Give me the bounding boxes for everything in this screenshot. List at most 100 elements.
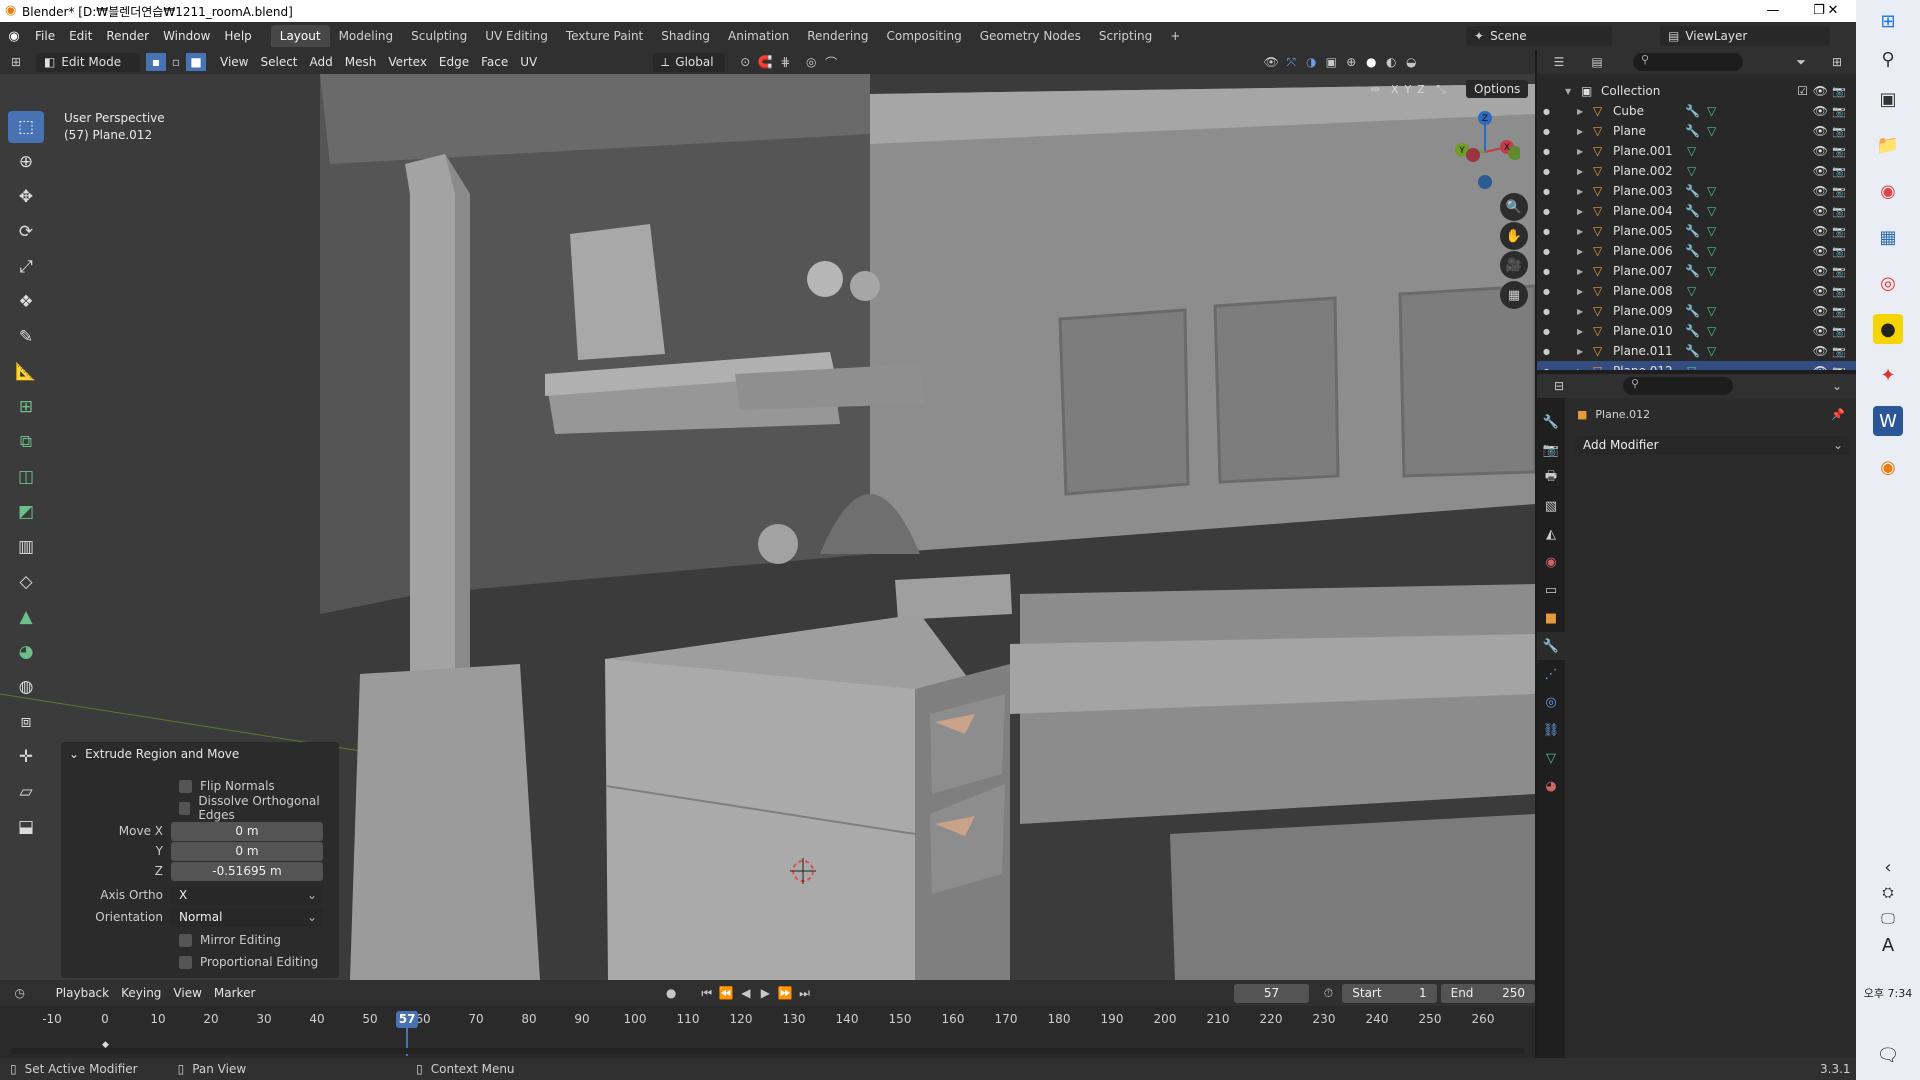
tab-texture-paint[interactable]: Texture Paint <box>557 25 652 47</box>
properties-editor-icon[interactable]: ⊟ <box>1549 377 1569 395</box>
modifier-icon[interactable]: 🔧 <box>1685 244 1700 258</box>
outliner-item[interactable]: ● ▶ ▽ Plane.008 ▽ 👁 📷 <box>1537 281 1856 301</box>
shrink-tool-icon[interactable]: ✛ <box>8 741 44 773</box>
wireframe-shading-icon[interactable]: ⊕ <box>1341 53 1361 71</box>
smooth-tool-icon[interactable]: ◍ <box>8 671 44 703</box>
add-cube-tool-icon[interactable]: ⊞ <box>8 391 44 423</box>
axis-y-toggle[interactable]: Y <box>1405 83 1412 96</box>
playhead-frame[interactable]: 57 <box>396 1011 419 1028</box>
viewlayer-selector[interactable]: ▤ ViewLayer <box>1660 26 1830 46</box>
outliner-item[interactable]: ● ▶ ▽ Plane.003 🔧 ▽ 👁 📷 <box>1537 181 1856 201</box>
mesh-data-icon[interactable]: ▽ <box>1707 304 1716 318</box>
axis-x-toggle[interactable]: X <box>1391 83 1399 96</box>
collection-tab-icon[interactable]: ▭ <box>1537 576 1565 604</box>
minimize-button[interactable]: — <box>1750 0 1796 22</box>
tab-sculpting[interactable]: Sculpting <box>402 25 476 47</box>
tab-compositing[interactable]: Compositing <box>877 25 970 47</box>
edge-select-icon[interactable]: ▫ <box>166 53 186 71</box>
menu-help[interactable]: Help <box>217 29 258 43</box>
eye-icon[interactable]: 👁 <box>1813 284 1828 298</box>
scene-tab-icon[interactable]: ◭ <box>1537 520 1565 548</box>
menu-select[interactable]: Select <box>254 55 303 69</box>
tab-uv-editing[interactable]: UV Editing <box>476 25 557 47</box>
eye-icon[interactable]: 👁 <box>1813 204 1828 218</box>
move-y-field[interactable]: 0 m <box>171 841 323 861</box>
expand-triangle-icon[interactable]: ▼ <box>1565 87 1571 96</box>
outliner-search-input[interactable]: ⚲ <box>1633 53 1743 71</box>
recorder-icon[interactable]: ◎ <box>1873 268 1903 298</box>
eye-icon[interactable]: 👁 <box>1813 304 1828 318</box>
orientation-dropdown[interactable]: Normal ⌄ <box>171 907 323 927</box>
move-z-field[interactable]: -0.51695 m <box>171 861 323 881</box>
current-frame-field[interactable]: 57 <box>1234 983 1309 1003</box>
mesh-data-icon[interactable]: ▽ <box>1687 144 1696 158</box>
kakaotalk-icon[interactable]: ● <box>1873 314 1903 344</box>
mirror-editing-checkbox[interactable] <box>179 933 192 947</box>
physics-tab-icon[interactable]: ◎ <box>1537 688 1565 716</box>
properties-object-name[interactable]: Plane.012 <box>1595 408 1650 421</box>
end-frame-field[interactable]: End 250 <box>1440 983 1535 1003</box>
camera-icon[interactable]: 📷 <box>1832 365 1846 371</box>
menu-render[interactable]: Render <box>99 29 156 43</box>
move-x-field[interactable]: 0 m <box>171 821 323 841</box>
mesh-data-icon[interactable]: ▽ <box>1707 104 1716 118</box>
mesh-data-tab-icon[interactable]: ▽ <box>1537 744 1565 772</box>
word-icon[interactable]: W <box>1873 406 1903 436</box>
outliner-item[interactable]: ● ▶ ▽ Plane.009 🔧 ▽ 👁 📷 <box>1537 301 1856 321</box>
eye-icon[interactable]: 👁 <box>1813 184 1828 198</box>
flip-normals-checkbox[interactable] <box>179 779 192 793</box>
menu-playback[interactable]: Playback <box>50 986 116 1000</box>
close-button[interactable]: ✕ <box>1810 0 1856 22</box>
rotate-tool-icon[interactable]: ⟳ <box>8 216 44 248</box>
camera-icon[interactable]: 📷 <box>1832 265 1846 278</box>
outliner-item[interactable]: ● ▶ ▽ Plane.010 🔧 ▽ 👁 📷 <box>1537 321 1856 341</box>
menu-view[interactable]: View <box>214 55 254 69</box>
file-explorer-icon[interactable]: 📁 <box>1873 130 1903 160</box>
modifier-icon[interactable]: 🔧 <box>1685 124 1700 138</box>
add-modifier-dropdown[interactable]: Add Modifier ⌄ <box>1575 436 1849 455</box>
tool-tab-icon[interactable]: 🔧 <box>1537 408 1565 436</box>
move-tool-icon[interactable]: ✥ <box>8 181 44 213</box>
tab-layout[interactable]: Layout <box>270 25 330 47</box>
mesh-data-icon[interactable]: ▽ <box>1687 164 1696 178</box>
mesh-data-icon[interactable]: ▽ <box>1707 204 1716 218</box>
expand-triangle-icon[interactable]: ▶ <box>1577 347 1583 356</box>
expand-triangle-icon[interactable]: ▶ <box>1577 167 1583 176</box>
falloff-icon[interactable]: ⌒ <box>821 53 841 71</box>
menu-add[interactable]: Add <box>304 55 339 69</box>
blender-taskbar-icon[interactable]: ◉ <box>1873 452 1903 482</box>
outliner-item[interactable]: ● ▶ ▽ Plane.001 ▽ 👁 📷 <box>1537 141 1856 161</box>
modifier-icon[interactable]: 🔧 <box>1685 104 1700 118</box>
mesh-data-icon[interactable]: ▽ <box>1707 184 1716 198</box>
tab-scripting[interactable]: Scripting <box>1090 25 1161 47</box>
camera-icon[interactable]: 📷 <box>1832 85 1846 98</box>
view-layer-tab-icon[interactable]: ▧ <box>1537 492 1565 520</box>
tab-rendering[interactable]: Rendering <box>798 25 877 47</box>
outliner-item[interactable]: ● ▶ ▽ Plane 🔧 ▽ 👁 📷 <box>1537 121 1856 141</box>
menu-edge[interactable]: Edge <box>433 55 475 69</box>
shear-tool-icon[interactable]: ▱ <box>8 776 44 808</box>
tab-shading[interactable]: Shading <box>652 25 719 47</box>
expand-triangle-icon[interactable]: ▶ <box>1577 227 1583 236</box>
camera-icon[interactable]: 📷 <box>1832 305 1846 318</box>
edge-slide-tool-icon[interactable]: ⧈ <box>8 706 44 738</box>
camera-icon[interactable]: 📷 <box>1832 325 1846 338</box>
expand-triangle-icon[interactable]: ▶ <box>1577 187 1583 196</box>
ime-indicator[interactable]: A <box>1873 930 1903 960</box>
orientation-selector[interactable]: ⟂ Global <box>653 52 726 72</box>
eye-icon[interactable]: 👁 <box>1813 144 1828 158</box>
annotate-tool-icon[interactable]: ✎ <box>8 321 44 353</box>
options-dropdown[interactable]: Options <box>1466 80 1528 98</box>
notification-icon[interactable]: 🗨 <box>1873 1040 1903 1070</box>
add-workspace-button[interactable]: + <box>1161 25 1189 47</box>
eye-icon[interactable]: 👁 <box>1813 324 1828 338</box>
eye-icon[interactable]: 👁 <box>1813 244 1828 258</box>
knife-tool-icon[interactable]: ◇ <box>8 566 44 598</box>
output-tab-icon[interactable]: 🖶 <box>1537 464 1565 492</box>
eye-icon[interactable]: 👁 <box>1813 124 1828 138</box>
mode-selector[interactable]: ◧ Edit Mode <box>36 52 140 72</box>
mesh-data-icon[interactable]: ▽ <box>1687 284 1696 298</box>
proportional-edit-icon[interactable]: ◎ <box>801 53 821 71</box>
menu-window[interactable]: Window <box>156 29 217 43</box>
bevel-tool-icon[interactable]: ◩ <box>8 496 44 528</box>
